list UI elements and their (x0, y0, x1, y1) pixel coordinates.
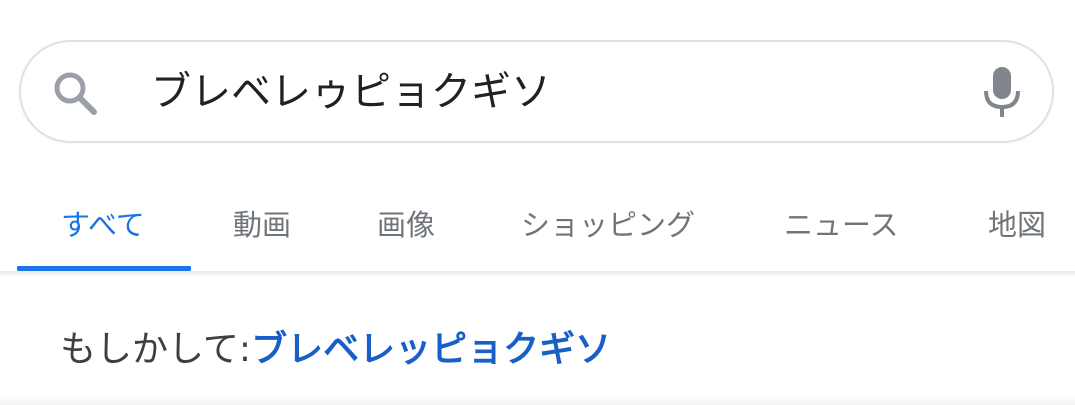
tab-all[interactable]: すべて (61, 175, 145, 271)
microphone-icon[interactable] (980, 65, 1024, 121)
tab-maps[interactable]: 地図 (988, 175, 1046, 271)
tabs-divider (0, 271, 1075, 277)
tab-images[interactable]: 画像 (377, 175, 435, 271)
did-you-mean: もしかして: ブレベレッピョクギソ (60, 316, 611, 376)
search-icon[interactable] (49, 67, 101, 119)
search-tabs: すべて 動画 画像 ショッピング ニュース 地図 (0, 175, 1075, 271)
did-you-mean-label: もしかして: (60, 329, 252, 370)
search-bar[interactable] (19, 40, 1054, 143)
suggested-query-link[interactable]: ブレベレッピョクギソ (251, 320, 611, 372)
tab-shopping[interactable]: ショッピング (521, 175, 695, 271)
tab-videos[interactable]: 動画 (233, 175, 291, 271)
search-input[interactable] (151, 62, 971, 122)
card-edge (0, 397, 1075, 405)
search-results-page: すべて 動画 画像 ショッピング ニュース 地図 もしかして: ブレベレッピョク… (0, 0, 1075, 405)
tab-news[interactable]: ニュース (784, 175, 899, 271)
